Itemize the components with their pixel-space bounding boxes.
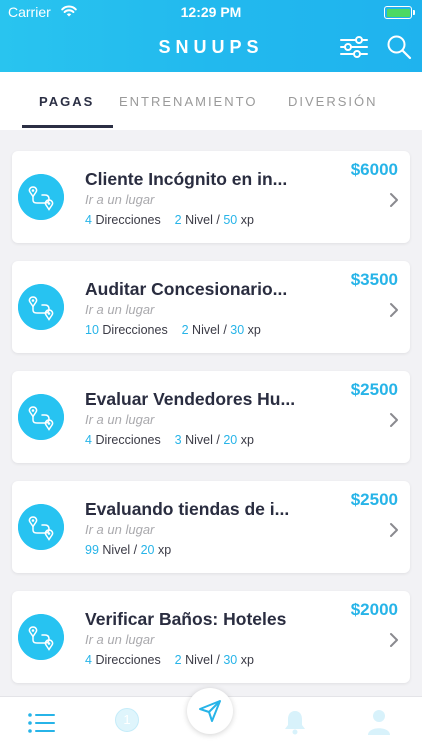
xp-value: 30	[223, 653, 238, 667]
level-label: Nivel	[185, 213, 213, 227]
directions-count: 4	[85, 653, 92, 667]
directions-label: Direcciones	[102, 323, 168, 337]
route-icon	[18, 614, 64, 660]
navigate-icon	[199, 700, 221, 722]
tab-diversion[interactable]: DIVERSIÓN	[288, 94, 378, 109]
navigate-button[interactable]	[187, 688, 233, 734]
xp-value: 20	[140, 543, 155, 557]
mission-subtitle: Ir a un lugar	[85, 522, 155, 537]
mission-price: $6000	[350, 160, 398, 179]
mission-card[interactable]: Verificar Baños: Hoteles Ir a un lugar 4…	[12, 591, 410, 683]
mission-title: Auditar Concesionario...	[85, 279, 288, 299]
directions-label: Direcciones	[95, 213, 161, 227]
profile-icon[interactable]	[366, 708, 392, 736]
chevron-right-icon	[390, 633, 398, 647]
xp-label: xp	[247, 323, 261, 337]
level-label: Nivel	[192, 323, 220, 337]
route-icon	[18, 174, 64, 220]
directions-label: Direcciones	[95, 433, 161, 447]
level-value: 2	[174, 213, 182, 227]
mission-meta: 4 Direcciones 2 Nivel / 50 xp	[85, 213, 254, 227]
clock: 12:29 PM	[180, 4, 242, 20]
chevron-right-icon	[390, 303, 398, 317]
xp-value: 30	[230, 323, 245, 337]
xp-value: 50	[223, 213, 238, 227]
route-icon	[18, 394, 64, 440]
active-tab-indicator	[22, 125, 113, 128]
level-value: 3	[174, 433, 182, 447]
category-tabs: PAGAS ENTRENAMIENTO DIVERSIÓN	[0, 72, 422, 130]
level-label: Nivel	[102, 543, 131, 557]
mission-card[interactable]: Cliente Incógnito en in... Ir a un lugar…	[12, 151, 410, 243]
mission-price: $2000	[350, 600, 398, 619]
level-label: Nivel	[185, 653, 213, 667]
directions-count: 10	[85, 323, 99, 337]
search-icon	[387, 35, 412, 60]
xp-label: xp	[240, 213, 254, 227]
xp-label: xp	[240, 433, 254, 447]
mission-price: $2500	[350, 380, 398, 399]
mission-meta: 4 Direcciones 3 Nivel / 20 xp	[85, 433, 254, 447]
xp-value: 20	[223, 433, 238, 447]
route-icon	[18, 284, 64, 330]
badge-icon[interactable]: 1	[115, 708, 139, 732]
mission-title: Verificar Baños: Hoteles	[85, 609, 287, 629]
search-button[interactable]	[385, 33, 413, 61]
level-value: 2	[181, 323, 189, 337]
mission-price: $2500	[350, 490, 398, 509]
mission-card[interactable]: Evaluando tiendas de i... Ir a un lugar …	[12, 481, 410, 573]
app-header: Carrier 12:29 PM SNUUPS	[0, 0, 422, 72]
mission-subtitle: Ir a un lugar	[85, 632, 155, 647]
xp-label: xp	[240, 653, 254, 667]
battery-icon	[384, 6, 415, 19]
mission-meta: 10 Direcciones 2 Nivel / 30 xp	[85, 323, 261, 337]
level-label: Nivel	[185, 433, 213, 447]
mission-title: Evaluando tiendas de i...	[85, 499, 290, 519]
bell-icon[interactable]	[282, 708, 308, 736]
chevron-right-icon	[390, 523, 398, 537]
mission-title: Cliente Incógnito en in...	[85, 169, 288, 189]
directions-count: 4	[85, 213, 92, 227]
chevron-right-icon	[390, 413, 398, 427]
mission-card[interactable]: Evaluar Vendedores Hu... Ir a un lugar 4…	[12, 371, 410, 463]
chevron-right-icon	[390, 193, 398, 207]
tab-entrenamiento[interactable]: ENTRENAMIENTO	[119, 94, 257, 109]
level-value: 2	[174, 653, 182, 667]
tab-pagas[interactable]: PAGAS	[39, 94, 94, 109]
mission-meta: 4 Direcciones 2 Nivel / 30 xp	[85, 653, 254, 667]
directions-count: 4	[85, 433, 92, 447]
directions-label: Direcciones	[95, 653, 161, 667]
status-bar: Carrier 12:29 PM	[0, 0, 422, 24]
mission-price: $3500	[350, 270, 398, 289]
mission-subtitle: Ir a un lugar	[85, 302, 155, 317]
mission-subtitle: Ir a un lugar	[85, 412, 155, 427]
xp-label: xp	[158, 543, 172, 557]
mission-title: Evaluar Vendedores Hu...	[85, 389, 296, 409]
mission-card[interactable]: Auditar Concesionario... Ir a un lugar 1…	[12, 261, 410, 353]
mission-subtitle: Ir a un lugar	[85, 192, 155, 207]
mission-meta: 99 Nivel / 20 xp	[85, 543, 172, 557]
list-icon[interactable]	[27, 711, 57, 735]
route-icon	[18, 504, 64, 550]
filter-button[interactable]	[338, 33, 370, 61]
sliders-icon	[340, 36, 368, 58]
level-value: 99	[85, 543, 99, 557]
